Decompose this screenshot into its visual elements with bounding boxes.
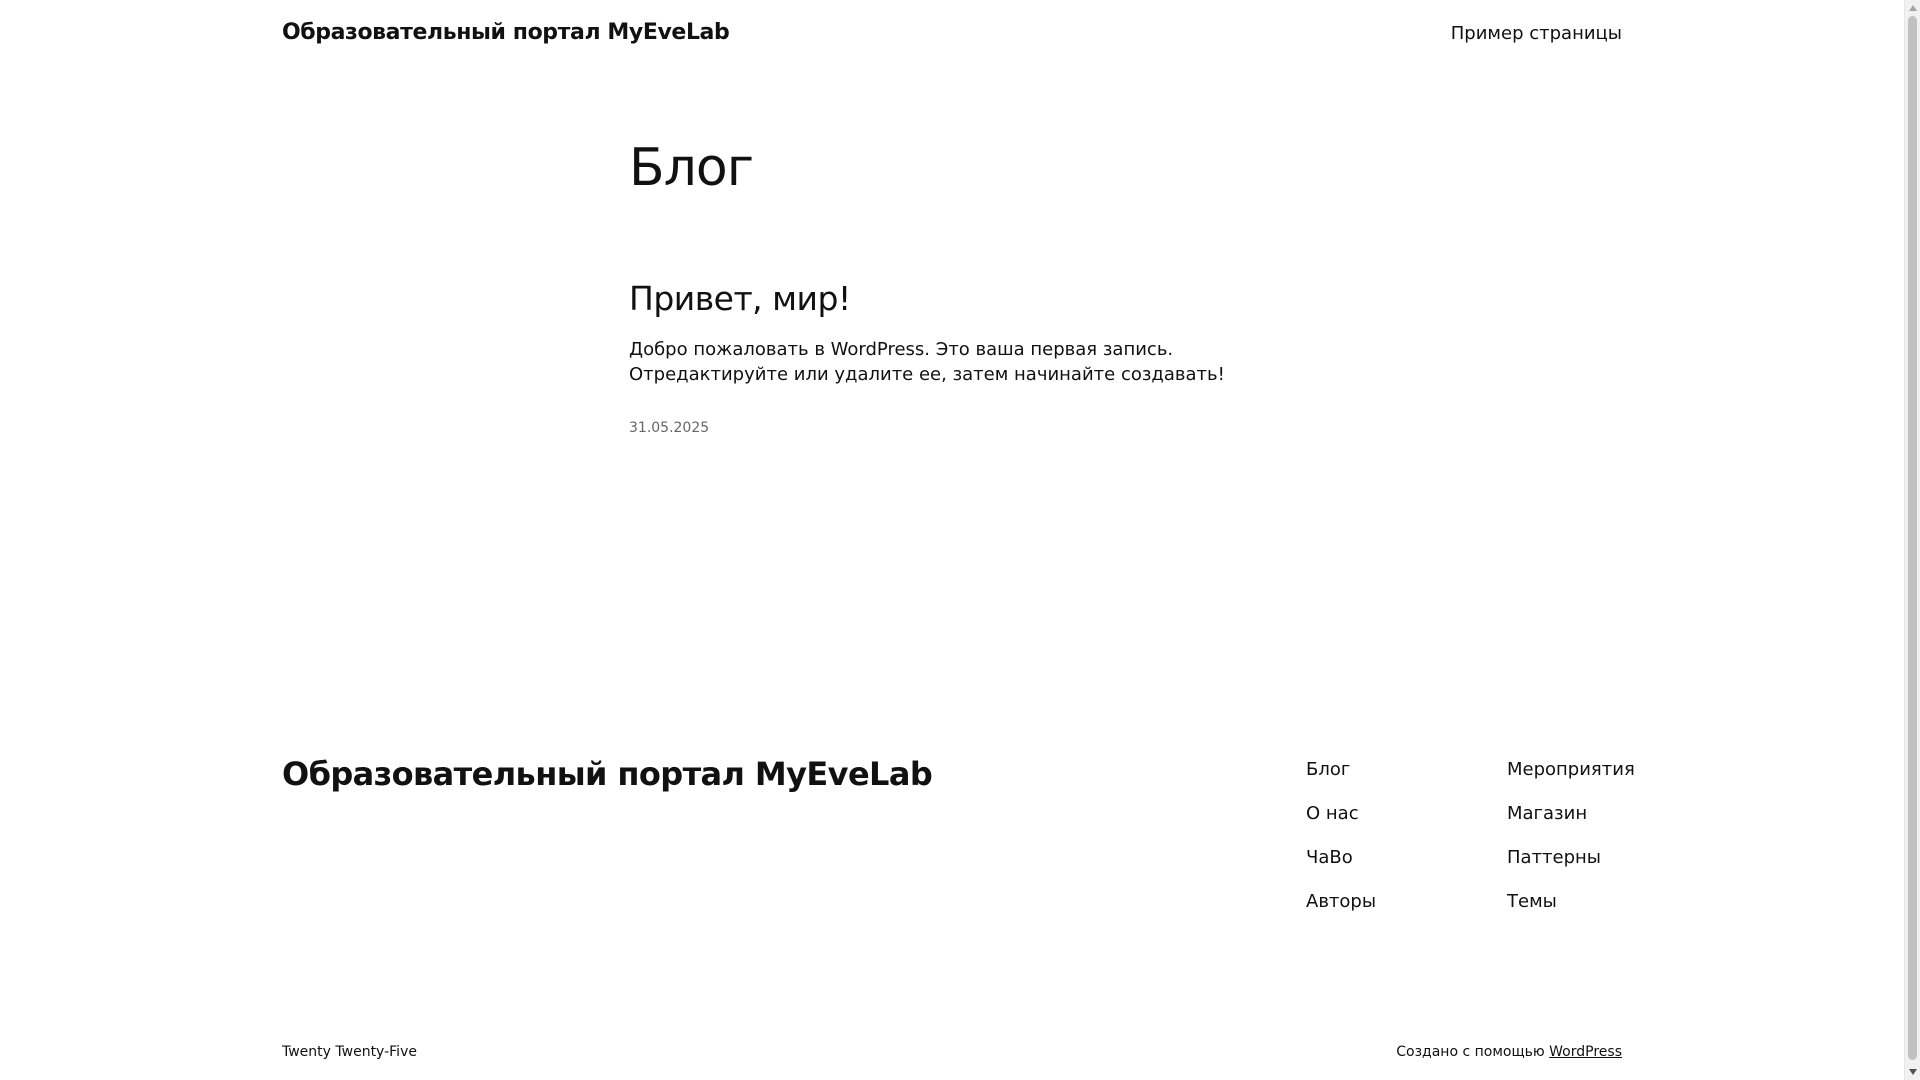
footer-nav-column-1: Блог О нас ЧаВо Авторы <box>1306 758 1376 934</box>
scroll-up-arrow-icon[interactable] <box>1909 5 1917 11</box>
scrollbar-thumb[interactable] <box>1908 16 1917 1060</box>
footer-nav-item-blog[interactable]: Блог <box>1306 758 1376 802</box>
footer-nav-item-authors[interactable]: Авторы <box>1306 890 1376 934</box>
theme-credit: Twenty Twenty-Five <box>282 1044 417 1060</box>
footer-nav-item-themes[interactable]: Темы <box>1507 890 1635 934</box>
scroll-down-arrow-icon[interactable] <box>1909 1069 1917 1075</box>
post-excerpt: Добро пожаловать в WordPress. Это ваша п… <box>629 339 1225 385</box>
footer-nav-column-2: Мероприятия Магазин Паттерны Темы <box>1507 758 1635 934</box>
page-title: Блог <box>629 138 754 198</box>
footer-nav-item-events[interactable]: Мероприятия <box>1507 758 1635 802</box>
post-title-link[interactable]: Привет, мир! <box>629 278 851 320</box>
footer-site-title-link[interactable]: Образовательный портал MyEveLab <box>282 755 933 793</box>
powered-by-credit: Создано с помощью WordPress <box>1396 1044 1622 1060</box>
page: Образовательный портал MyEveLab Пример с… <box>0 0 1904 1080</box>
vertical-scrollbar[interactable] <box>1904 0 1920 1080</box>
post-date: 31.05.2025 <box>629 420 710 436</box>
wordpress-link[interactable]: WordPress <box>1549 1044 1622 1060</box>
nav-item-sample-page[interactable]: Пример страницы <box>1451 23 1622 44</box>
site-title-link[interactable]: Образовательный портал MyEveLab <box>282 20 730 45</box>
footer-nav-item-about[interactable]: О нас <box>1306 802 1376 846</box>
footer-nav-item-faq[interactable]: ЧаВо <box>1306 846 1376 890</box>
powered-by-text: Создано с помощью <box>1396 1044 1545 1060</box>
footer-nav-item-shop[interactable]: Магазин <box>1507 802 1635 846</box>
footer-nav-item-patterns[interactable]: Паттерны <box>1507 846 1635 890</box>
